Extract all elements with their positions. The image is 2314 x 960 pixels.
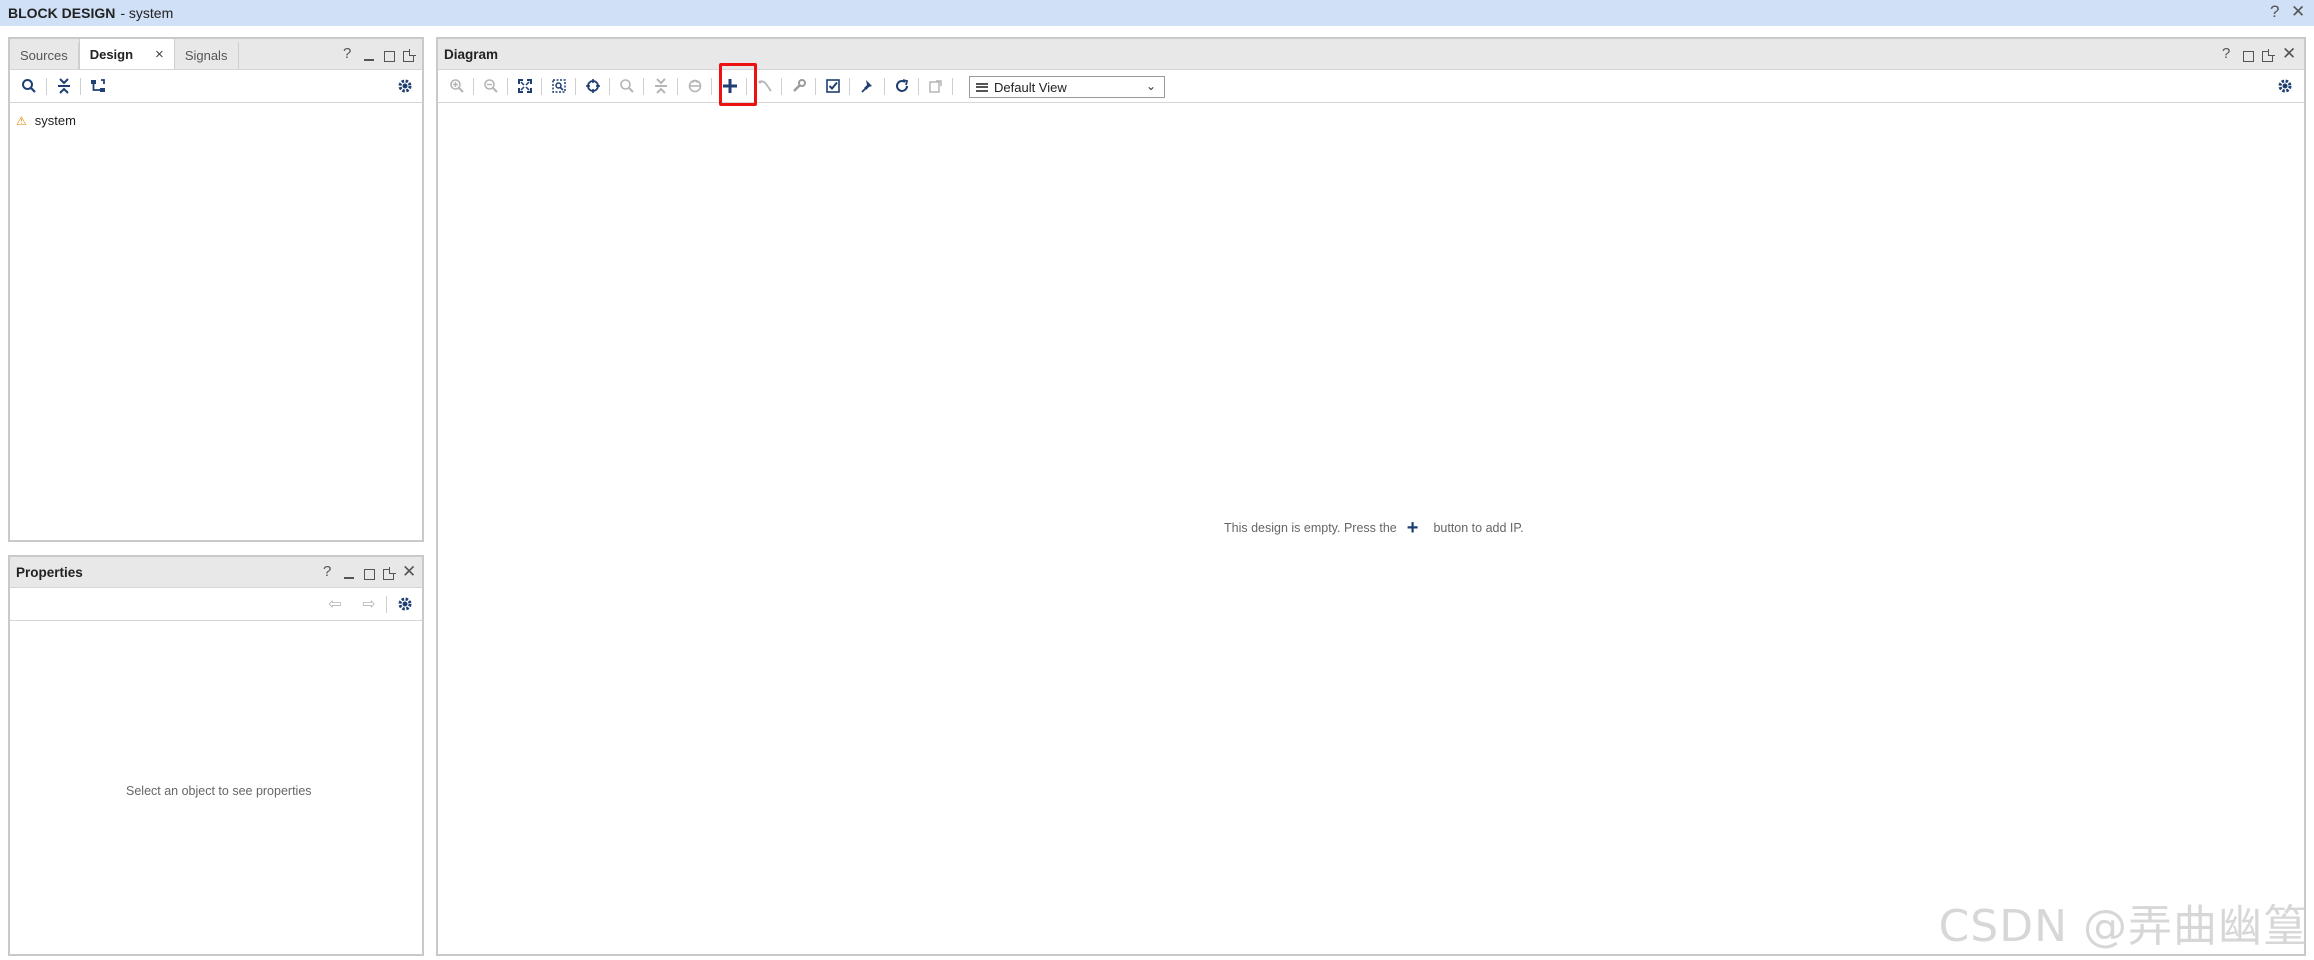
hierarchy-update-icon[interactable]: [87, 75, 109, 97]
collapse-all-icon[interactable]: [53, 75, 75, 97]
expand-all-icon[interactable]: [684, 75, 706, 97]
toolbar-separator: [507, 78, 508, 95]
refresh-icon[interactable]: [891, 75, 913, 97]
search-icon[interactable]: [616, 75, 638, 97]
tree-item-system[interactable]: ⚠ system: [16, 113, 76, 128]
panel-title: Properties: [16, 565, 83, 580]
toolbar-separator: [918, 78, 919, 95]
hierarchy-warning-icon: ⚠: [16, 113, 27, 128]
toolbar-separator: [386, 596, 387, 613]
zoom-area-icon[interactable]: [548, 75, 570, 97]
minimize-icon[interactable]: [344, 577, 354, 579]
help-icon[interactable]: ?: [343, 45, 351, 63]
toolbar-separator: [711, 78, 712, 95]
help-icon[interactable]: ?: [2222, 45, 2230, 63]
tab-label: Design: [89, 46, 134, 62]
zoom-in-icon[interactable]: [446, 75, 468, 97]
panel-header: Diagram ? ✕: [438, 39, 2304, 70]
empty-message-after: button to add IP.: [1433, 521, 1524, 535]
toolbar-separator: [677, 78, 678, 95]
help-icon[interactable]: ?: [323, 563, 331, 581]
run-connection-automation-icon[interactable]: [754, 75, 776, 97]
window-help-button[interactable]: ?: [2270, 2, 2279, 22]
float-icon[interactable]: [383, 567, 396, 580]
toolbar-separator: [781, 78, 782, 95]
properties-empty-message: Select an object to see properties: [126, 784, 312, 798]
toolbar-separator: [46, 78, 47, 95]
wrench-icon[interactable]: [788, 75, 810, 97]
float-icon[interactable]: [2262, 49, 2275, 62]
chevron-down-icon: ⌄: [1145, 79, 1156, 93]
validate-design-icon[interactable]: [822, 75, 844, 97]
tree-item-label: system: [34, 113, 76, 128]
properties-toolbar: ⇦ ⇨: [10, 588, 422, 621]
tab-design[interactable]: Design ×: [78, 39, 175, 69]
close-tab-icon[interactable]: ×: [155, 46, 164, 63]
crosshair-icon[interactable]: [582, 75, 604, 97]
pin-icon[interactable]: [857, 75, 879, 97]
plus-icon: +: [1406, 517, 1419, 539]
tab-label: Signals: [184, 48, 228, 63]
tab-bar: Sources Design × Signals: [10, 38, 239, 69]
toolbar-separator: [643, 78, 644, 95]
close-icon[interactable]: ✕: [402, 563, 416, 581]
zoom-fit-icon[interactable]: [514, 75, 536, 97]
diagram-toolbar: Default View ⌄: [438, 63, 2304, 106]
view-select-value: Default View: [994, 79, 1067, 95]
maximize-icon[interactable]: [364, 569, 375, 580]
toolbar-separator: [541, 78, 542, 95]
toolbar-separator: [884, 78, 885, 95]
list-icon: [976, 82, 988, 92]
design-hierarchy-panel: Sources Design × Signals ? ⚠ system: [8, 37, 424, 542]
toolbar-separator: [473, 78, 474, 95]
window-titlebar: BLOCK DESIGN - system ? ✕: [0, 0, 2314, 26]
maximize-icon[interactable]: [384, 51, 395, 62]
tab-sources[interactable]: Sources: [10, 42, 79, 69]
window-title-bold: BLOCK DESIGN: [8, 5, 116, 21]
minimize-icon[interactable]: [364, 59, 374, 61]
diagram-panel: Diagram ? ✕ Default View ⌄ This design i…: [436, 37, 2306, 956]
toolbar-separator: [849, 78, 850, 95]
panel-title: Diagram: [444, 47, 499, 62]
panel-header: Properties ? ✕: [10, 557, 422, 588]
toolbar-separator: [815, 78, 816, 95]
gear-icon[interactable]: [394, 593, 416, 615]
back-arrow-icon[interactable]: ⇦: [324, 593, 346, 615]
hierarchy-toolbar: [10, 70, 422, 103]
gear-icon[interactable]: [2274, 75, 2296, 97]
diagram-empty-message: This design is empty. Press the + button…: [1224, 517, 1524, 539]
panel-header: Sources Design × Signals ?: [10, 39, 422, 70]
window-title-rest: - system: [120, 5, 174, 21]
gear-icon[interactable]: [394, 75, 416, 97]
properties-panel: Properties ? ✕ ⇦ ⇨ Select an object to s…: [8, 555, 424, 956]
maximize-icon[interactable]: [2243, 51, 2254, 62]
toolbar-separator: [746, 78, 747, 95]
empty-message-before: This design is empty. Press the: [1224, 521, 1397, 535]
forward-arrow-icon[interactable]: ⇨: [358, 593, 380, 615]
close-icon[interactable]: ✕: [2282, 45, 2296, 63]
toolbar-separator: [80, 78, 81, 95]
zoom-out-icon[interactable]: [480, 75, 502, 97]
tab-signals[interactable]: Signals: [175, 42, 239, 69]
tab-label: Sources: [20, 48, 68, 63]
view-select[interactable]: Default View ⌄: [969, 76, 1165, 98]
search-icon[interactable]: [18, 75, 40, 97]
watermark: CSDN @弄曲幽篁: [1938, 901, 2308, 952]
toolbar-separator: [575, 78, 576, 95]
float-icon[interactable]: [403, 49, 416, 62]
add-ip-highlight: [719, 63, 757, 106]
collapse-all-icon[interactable]: [650, 75, 672, 97]
window-close-button[interactable]: ✕: [2291, 2, 2305, 22]
regenerate-layout-icon[interactable]: [925, 75, 947, 97]
toolbar-separator: [952, 78, 953, 95]
toolbar-separator: [609, 78, 610, 95]
